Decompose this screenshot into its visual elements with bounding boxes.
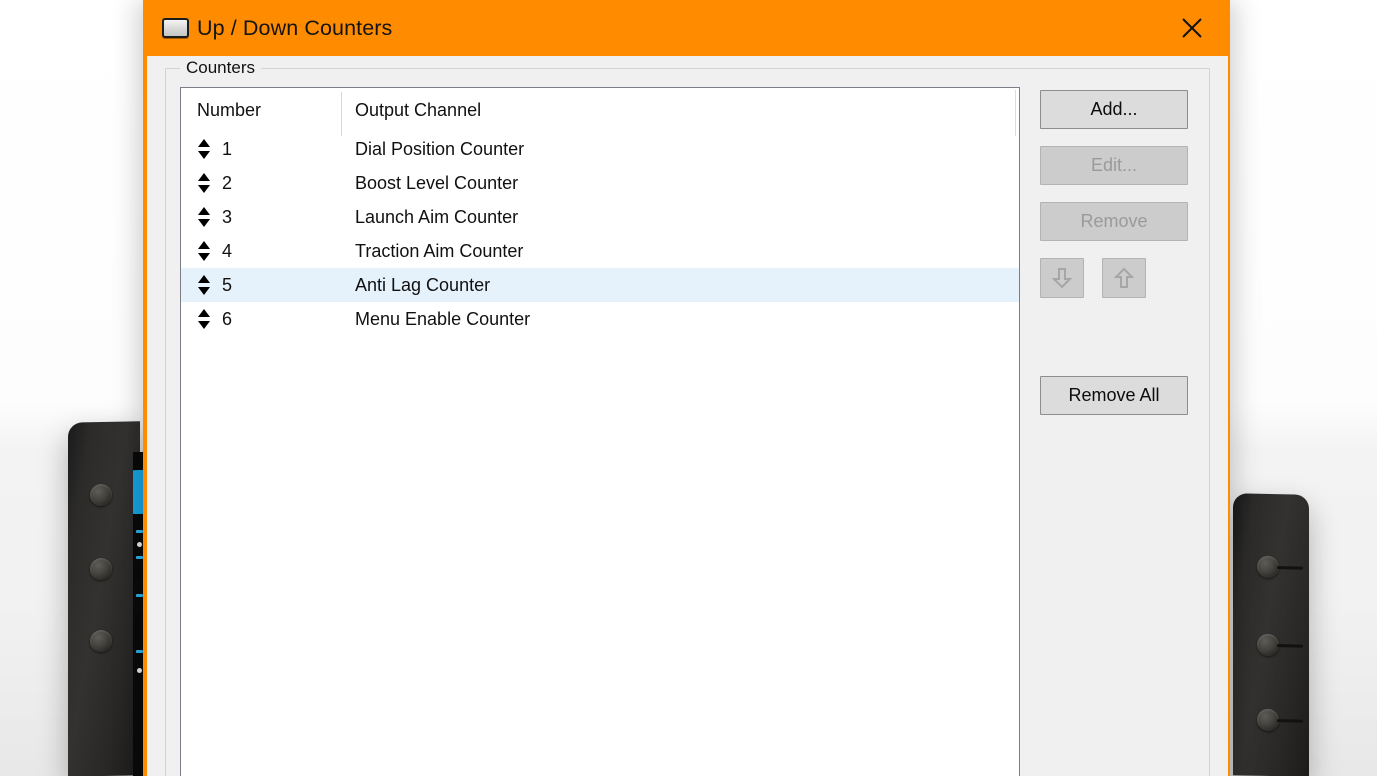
cell-output-channel: Traction Aim Counter xyxy=(355,240,524,261)
cell-number-label: 2 xyxy=(222,172,233,193)
close-icon[interactable] xyxy=(1164,0,1220,56)
column-header-number[interactable]: Number xyxy=(181,100,341,121)
remove-button: Remove xyxy=(1040,202,1188,241)
column-divider-right xyxy=(1015,90,1016,136)
column-header-output-channel[interactable]: Output Channel xyxy=(341,100,481,121)
column-divider xyxy=(341,92,342,136)
device-screw xyxy=(90,483,112,507)
counters-groupbox: Counters Number Output Channel 1 Dial Pos… xyxy=(165,58,1210,776)
device-screw xyxy=(90,629,112,653)
device-led-tick xyxy=(136,593,143,598)
dialog-title-bar[interactable]: Up / Down Counters xyxy=(147,0,1228,56)
up-down-spinner-icon[interactable] xyxy=(197,240,211,262)
device-led-tick xyxy=(136,555,143,560)
table-row[interactable]: 3 Launch Aim Counter xyxy=(181,200,1019,234)
device-led-tick xyxy=(136,649,143,654)
up-down-spinner-icon[interactable] xyxy=(197,308,211,330)
arrow-down-icon xyxy=(1051,266,1073,290)
table-row[interactable]: 2 Boost Level Counter xyxy=(181,166,1019,200)
arrow-up-icon xyxy=(1113,266,1135,290)
cell-output-channel: Menu Enable Counter xyxy=(355,308,531,329)
edit-button: Edit... xyxy=(1040,146,1188,185)
up-down-counters-dialog: Up / Down Counters Counters Number Outpu… xyxy=(143,0,1230,776)
device-pin-wire xyxy=(1277,644,1303,648)
device-screw xyxy=(1257,633,1279,657)
cell-number: 4 xyxy=(181,240,341,262)
remove-all-button[interactable]: Remove All xyxy=(1040,376,1188,415)
up-down-spinner-icon[interactable] xyxy=(197,138,211,160)
cell-number-label: 4 xyxy=(222,240,233,261)
counters-list-rows: 1 Dial Position Counter 2 Boost Level Count… xyxy=(181,132,1019,336)
dialog-title: Up / Down Counters xyxy=(197,15,393,40)
table-row[interactable]: 5 Anti Lag Counter xyxy=(181,268,1019,302)
cell-number: 5 xyxy=(181,274,341,296)
move-buttons-row xyxy=(1040,258,1146,298)
up-down-spinner-icon[interactable] xyxy=(197,206,211,228)
counters-list[interactable]: Number Output Channel 1 Dial Position Cou… xyxy=(180,87,1020,776)
cell-number-label: 5 xyxy=(222,274,233,295)
move-down-button xyxy=(1040,258,1084,298)
cell-number: 1 xyxy=(181,138,341,160)
monitor-icon xyxy=(162,18,189,38)
device-screw xyxy=(1257,555,1279,579)
background-device-left xyxy=(68,421,140,776)
add-button[interactable]: Add... xyxy=(1040,90,1188,129)
table-row[interactable]: 6 Menu Enable Counter xyxy=(181,302,1019,336)
cell-number-label: 1 xyxy=(222,138,233,159)
cell-number-label: 6 xyxy=(222,308,233,329)
move-up-button xyxy=(1102,258,1146,298)
dialog-body: Counters Number Output Channel 1 Dial Pos… xyxy=(147,56,1228,776)
cell-output-channel: Dial Position Counter xyxy=(355,138,525,159)
cell-number: 6 xyxy=(181,308,341,330)
background-device-right xyxy=(1233,493,1309,776)
counters-button-column: Add... Edit... Remove Remove All xyxy=(1020,87,1195,776)
device-pin-wire xyxy=(1277,566,1303,570)
device-pin-wire xyxy=(1277,719,1303,723)
cell-output-channel: Launch Aim Counter xyxy=(355,206,519,227)
up-down-spinner-icon[interactable] xyxy=(197,274,211,296)
cell-number: 2 xyxy=(181,172,341,194)
counters-list-header: Number Output Channel xyxy=(181,88,1019,136)
cell-output-channel: Boost Level Counter xyxy=(355,172,519,193)
device-screw xyxy=(90,557,112,581)
cell-number-label: 3 xyxy=(222,206,233,227)
up-down-spinner-icon[interactable] xyxy=(197,172,211,194)
counters-groupbox-label: Counters xyxy=(180,58,261,78)
device-led-tick xyxy=(136,529,143,534)
device-led-dot xyxy=(137,667,142,674)
cell-output-channel: Anti Lag Counter xyxy=(355,274,491,295)
device-screw xyxy=(1257,708,1279,732)
cell-number: 3 xyxy=(181,206,341,228)
table-row[interactable]: 1 Dial Position Counter xyxy=(181,132,1019,166)
table-row[interactable]: 4 Traction Aim Counter xyxy=(181,234,1019,268)
device-led-dot xyxy=(137,541,142,548)
